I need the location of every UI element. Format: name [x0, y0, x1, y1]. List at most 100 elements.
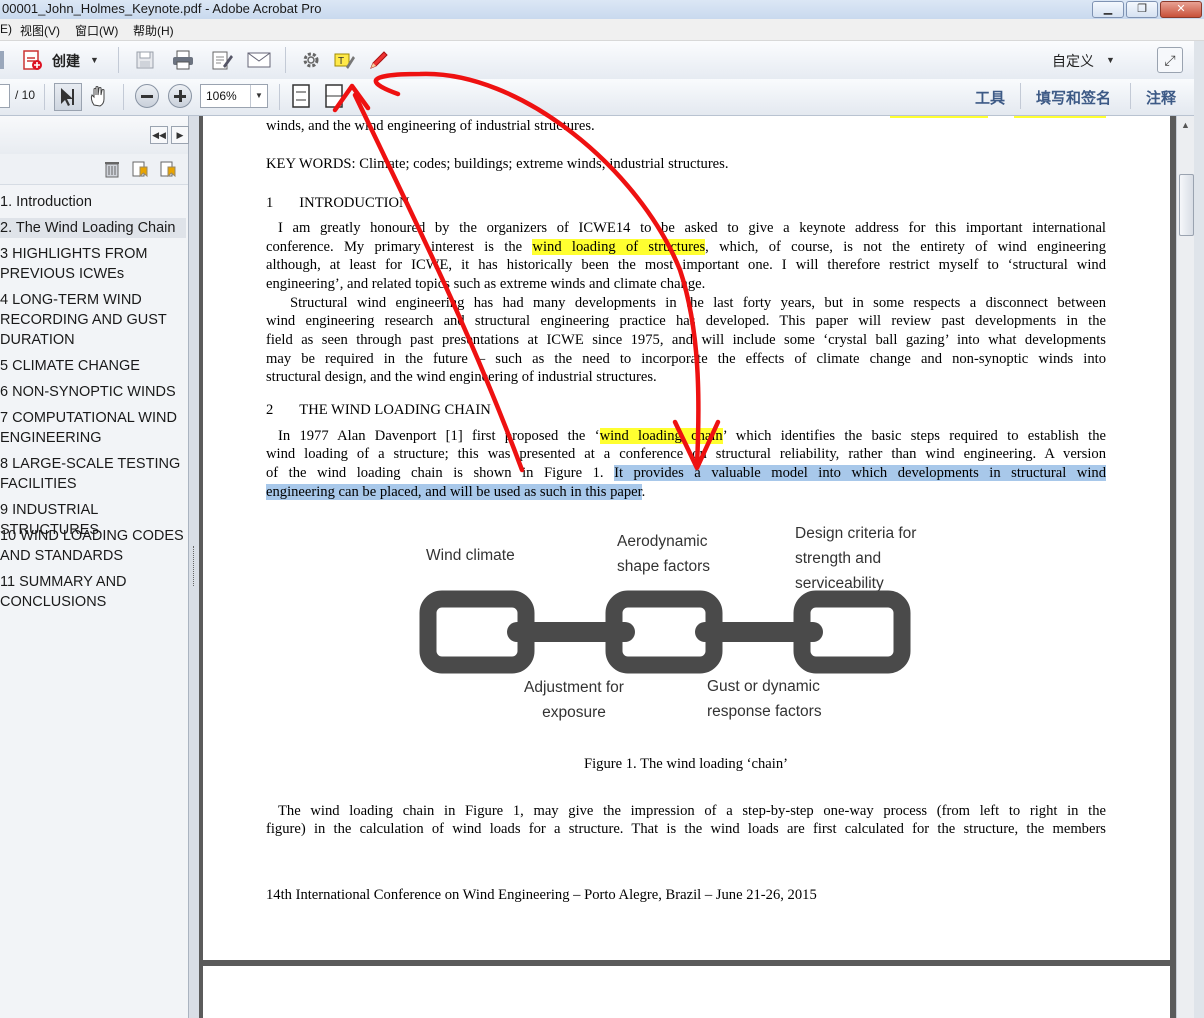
highlighted-text: wind loading of structures [532, 239, 706, 255]
menu-window[interactable]: 窗口(W) [75, 22, 118, 39]
toolbar-separator [118, 47, 119, 73]
svg-text:T: T [338, 56, 344, 67]
menu-edit[interactable]: E) [0, 22, 12, 36]
bookmark-item[interactable]: 10 WIND LOADING CODES AND STANDARDS [0, 526, 186, 566]
navigation-toolbar: / 10 106% ▼ 工具 填写和签名 注释 [0, 79, 1204, 116]
menu-bar: E) 视图(V) 窗口(W) 帮助(H) [0, 19, 1204, 41]
create-pdf-icon [20, 48, 44, 72]
selected-text[interactable]: engineering can be placed, and will be u… [266, 484, 642, 500]
bookmark-item[interactable]: 4 LONG-TERM WIND RECORDING AND GUST DURA… [0, 290, 186, 350]
text-line: winds, and the wind engineering of indus… [266, 118, 595, 134]
close-button[interactable]: ✕ [1160, 1, 1202, 18]
text-line: conference. My primary interest is the w… [266, 239, 1106, 255]
bookmark-item[interactable]: 11 SUMMARY AND CONCLUSIONS [0, 572, 186, 612]
text-line: In 1977 Alan Davenport [1] first propose… [278, 428, 1106, 444]
fill-sign-pane-link[interactable]: 填写和签名 [1036, 87, 1111, 108]
menu-view[interactable]: 视图(V) [20, 22, 60, 39]
zoom-in-icon[interactable] [168, 84, 192, 108]
zoom-select[interactable]: 106% ▼ [200, 84, 268, 108]
section-heading: 2 THE WIND LOADING CHAIN [266, 401, 1106, 419]
hand-tool-icon[interactable] [87, 84, 111, 108]
section-number: 2 [266, 402, 274, 418]
text-line: engineering’, and related topics such as… [266, 276, 706, 292]
expand-panel-icon[interactable]: ▶ [171, 126, 189, 144]
customize-dropdown-arrow-icon[interactable]: ▼ [1106, 55, 1115, 65]
pencil-icon[interactable] [366, 48, 390, 72]
page-footer: 14th International Conference on Wind En… [266, 887, 817, 903]
title-bar: 00001_John_Holmes_Keynote.pdf - Adobe Ac… [0, 0, 1204, 20]
bookmark-item[interactable]: 1. Introduction [0, 192, 186, 212]
figure-label-gust: Gust or dynamic response factors [707, 678, 822, 720]
toolbar-separator [285, 47, 286, 73]
text-line: Structural wind engineering has had many… [290, 295, 1106, 311]
text-line: wind engineering research and structural… [266, 313, 1106, 329]
bookmark-item[interactable]: 6 NON-SYNOPTIC WINDS [0, 382, 186, 402]
highlight-fragment [1014, 116, 1106, 118]
bookmark-item[interactable]: 3 HIGHLIGHTS FROM PREVIOUS ICWEs [0, 244, 186, 284]
chevron-down-icon[interactable]: ▼ [250, 85, 267, 107]
highlight-fragment [890, 116, 988, 118]
fit-page-icon[interactable] [289, 84, 313, 108]
scrollbar-thumb[interactable] [1179, 174, 1194, 236]
text-line: may be required in the future – such as … [266, 351, 1106, 367]
save-icon[interactable] [133, 48, 157, 72]
scrolling-mode-icon[interactable] [322, 84, 346, 108]
new-bookmark-icon[interactable] [128, 157, 152, 181]
keywords: KEY WORDS: Climate; codes; buildings; ex… [266, 156, 729, 172]
gear-icon[interactable] [299, 48, 323, 72]
collapse-panel-icon[interactable]: ◀◀ [150, 126, 168, 144]
expand-window-icon[interactable]: ⤢ [1157, 47, 1183, 73]
bookmark-options-icon[interactable] [156, 157, 180, 181]
print-icon[interactable] [171, 48, 195, 72]
selected-text[interactable]: It provides a valuable model into which … [614, 465, 1106, 481]
chain-connector [507, 622, 635, 642]
section-title: THE WIND LOADING CHAIN [299, 402, 491, 418]
comment-pane-link[interactable]: 注释 [1146, 87, 1176, 108]
chain-connector [695, 622, 823, 642]
bookmark-item[interactable]: 5 CLIMATE CHANGE [0, 356, 186, 376]
text-line: structural design, and the wind engineer… [266, 369, 657, 385]
bookmark-item[interactable]: 7 COMPUTATIONAL WIND ENGINEERING [0, 408, 186, 448]
zoom-out-icon[interactable] [135, 84, 159, 108]
create-dropdown-arrow-icon[interactable]: ▼ [90, 55, 99, 65]
text-line: engineering can be placed, and will be u… [266, 484, 646, 500]
page-number-input[interactable] [0, 84, 10, 108]
bookmark-item[interactable]: 2. The Wind Loading Chain [0, 218, 186, 238]
toolbar-separator [1130, 83, 1131, 109]
window-title: 00001_John_Holmes_Keynote.pdf - Adobe Ac… [2, 1, 322, 16]
text-line: of the wind loading chain is shown in Fi… [266, 465, 1106, 481]
scroll-up-arrow-icon[interactable]: ▲ [1179, 120, 1192, 134]
create-button[interactable]: 创建 [52, 51, 80, 71]
bookmarks-panel-header: ◀◀ ▶ [0, 116, 189, 155]
toolbar-separator [1020, 83, 1021, 109]
cursor-icon [61, 88, 74, 106]
vertical-scrollbar[interactable]: ▲ [1176, 116, 1195, 1018]
window-edge [1194, 41, 1204, 1018]
toolbar-separator [279, 84, 280, 110]
restore-button[interactable]: ❐ [1126, 1, 1158, 18]
main-toolbar: 创建 ▼ T 自定义 ▼ ⤢ [0, 41, 1204, 80]
bookmarks-panel: ◀◀ ▶ 1. Introduction 2. The Wind Loading… [0, 116, 189, 1018]
tools-pane-link[interactable]: 工具 [975, 87, 1005, 108]
section-title: INTRODUCTION [299, 195, 410, 211]
text-line: wind loading of a structure; this was pr… [266, 446, 1106, 462]
bookmark-item[interactable]: 8 LARGE-SCALE TESTING FACILITIES [0, 454, 186, 494]
minimize-button[interactable]: ▁ [1092, 1, 1124, 18]
splitter-grip [193, 546, 196, 586]
highlight-text-icon[interactable]: T [332, 48, 356, 72]
toolbar-separator [44, 84, 45, 110]
edit-document-icon[interactable] [210, 48, 234, 72]
delete-bookmark-icon[interactable] [100, 157, 124, 181]
text-line: although, at least for ICWE, it has hist… [266, 257, 1106, 273]
toolbar-separator [123, 84, 124, 110]
customize-menu[interactable]: 自定义 [1052, 51, 1094, 71]
menu-help[interactable]: 帮助(H) [133, 22, 174, 39]
text-line: I am greatly honoured by the organizers … [278, 220, 1106, 236]
figure-label-adjustment: Adjustment for exposure [524, 679, 624, 721]
section-heading: 1 INTRODUCTION [266, 194, 1106, 212]
select-tool-button[interactable] [54, 83, 82, 111]
figure-caption: Figure 1. The wind loading ‘chain’ [584, 756, 788, 772]
text-line: figure) in the calculation of wind loads… [266, 821, 1106, 837]
highlighted-text: wind loading chain [599, 428, 723, 444]
email-icon[interactable] [247, 48, 271, 72]
